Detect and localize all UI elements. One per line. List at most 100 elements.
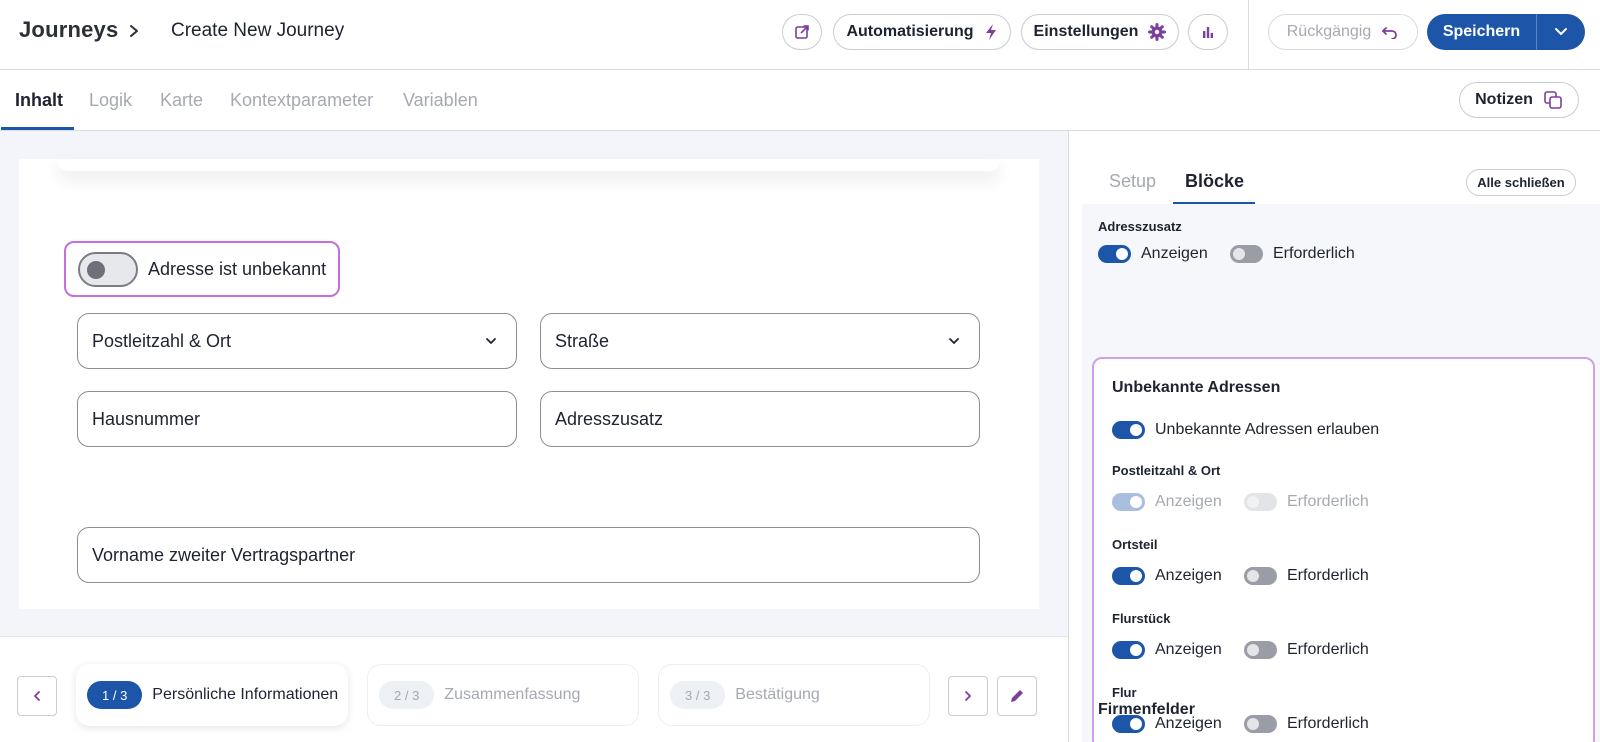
previous-step-button[interactable] xyxy=(17,676,57,716)
show-label: Anzeigen xyxy=(1155,567,1222,584)
save-options-button[interactable] xyxy=(1537,14,1585,50)
notes-icon xyxy=(1544,91,1562,109)
automation-label: Automatisierung xyxy=(846,23,974,40)
zip-city-label: Postleitzahl & Ort xyxy=(92,330,232,351)
blocks-list: Adresszusatz Anzeigen Erforderlich Unbek… xyxy=(1082,204,1600,742)
tab-variablen[interactable]: Variablen xyxy=(403,90,478,111)
step-item[interactable]: 3 / 3 Bestätigung xyxy=(658,664,930,726)
active-tab-indicator xyxy=(1,127,74,130)
street-select[interactable]: Straße xyxy=(540,313,980,369)
step-item[interactable]: 1 / 3 Persönliche Informationen xyxy=(76,664,348,726)
required-toggle-row: Erforderlich xyxy=(1244,493,1369,511)
step-label: Persönliche Informationen xyxy=(152,686,339,703)
block-title: Postleitzahl & Ort xyxy=(1112,463,1221,478)
required-label: Erforderlich xyxy=(1287,493,1369,510)
notes-label: Notizen xyxy=(1475,91,1533,108)
required-toggle[interactable] xyxy=(1230,245,1263,263)
allow-unknown-toggle[interactable] xyxy=(1112,421,1145,439)
show-toggle-row[interactable]: Anzeigen xyxy=(1112,567,1222,585)
external-link-icon xyxy=(795,25,809,39)
editor-canvas: Adresse ist unbekannt Postleitzahl & Ort… xyxy=(0,131,1068,636)
panel-tab-bloecke[interactable]: Blöcke xyxy=(1185,171,1244,192)
zip-city-select[interactable]: Postleitzahl & Ort xyxy=(77,313,517,369)
chevron-right-icon xyxy=(130,25,138,37)
app-header: Journeys Create New Journey Automatisier… xyxy=(0,0,1600,70)
address-addition-label: Adresszusatz xyxy=(555,408,664,429)
required-label: Erforderlich xyxy=(1287,567,1369,584)
required-toggle[interactable] xyxy=(1244,715,1277,733)
required-toggle-row[interactable]: Erforderlich xyxy=(1244,641,1369,659)
notes-button[interactable]: Notizen xyxy=(1459,82,1579,118)
pencil-icon xyxy=(1011,690,1023,702)
unknown-addresses-section: Unbekannte Adressen Unbekannte Adressen … xyxy=(1092,357,1595,742)
panel-tab-setup[interactable]: Setup xyxy=(1109,171,1156,192)
show-toggle[interactable] xyxy=(1098,245,1131,263)
undo-label: Rückgängig xyxy=(1286,23,1372,40)
show-toggle-row[interactable]: Anzeigen xyxy=(1098,245,1208,263)
show-toggle-row: Anzeigen xyxy=(1112,493,1222,511)
edit-steps-button[interactable] xyxy=(997,676,1037,716)
required-label: Erforderlich xyxy=(1287,715,1369,732)
show-toggle[interactable] xyxy=(1112,641,1145,659)
allow-unknown-label: Unbekannte Adressen erlauben xyxy=(1155,421,1380,438)
save-button-group: Speichern xyxy=(1427,14,1585,50)
second-partner-first-name-label: Vorname zweiter Vertragspartner xyxy=(92,544,356,565)
required-toggle-row[interactable]: Erforderlich xyxy=(1230,245,1355,263)
step-index-badge: 1 / 3 xyxy=(87,681,143,709)
allow-unknown-toggle-row[interactable]: Unbekannte Adressen erlauben xyxy=(1112,421,1379,439)
unknown-address-toggle[interactable] xyxy=(78,251,138,287)
header-divider xyxy=(1248,0,1249,70)
undo-button[interactable]: Rückgängig xyxy=(1268,14,1418,50)
house-number-label: Hausnummer xyxy=(92,408,201,429)
chevron-down-icon xyxy=(1555,28,1567,35)
bar-chart-icon xyxy=(1203,27,1213,38)
show-toggle[interactable] xyxy=(1112,567,1145,585)
show-toggle-row[interactable]: Anzeigen xyxy=(1112,641,1222,659)
second-partner-first-name-input[interactable]: Vorname zweiter Vertragspartner xyxy=(77,527,980,583)
show-toggle xyxy=(1112,493,1145,511)
analytics-button[interactable] xyxy=(1188,14,1228,50)
tab-logik[interactable]: Logik xyxy=(89,90,132,111)
breadcrumb-journeys[interactable]: Journeys xyxy=(19,17,118,43)
required-toggle[interactable] xyxy=(1244,641,1277,659)
previous-block-edge xyxy=(57,159,1001,171)
required-toggle-row[interactable]: Erforderlich xyxy=(1244,715,1369,733)
step-navigation: 1 / 3 Persönliche Informationen 2 / 3 Zu… xyxy=(0,636,1068,742)
tab-kontextparameter[interactable]: Kontextparameter xyxy=(230,90,373,111)
next-step-button[interactable] xyxy=(948,676,988,716)
tab-inhalt[interactable]: Inhalt xyxy=(15,90,63,111)
block-title: Flurstück xyxy=(1112,611,1171,626)
properties-panel: Setup Blöcke Alle schließen Adresszusatz… xyxy=(1068,131,1600,742)
undo-icon xyxy=(1382,27,1398,39)
gear-icon xyxy=(1148,23,1167,41)
lightning-icon xyxy=(985,24,996,40)
unknown-address-toggle-highlight[interactable]: Adresse ist unbekannt xyxy=(64,241,340,297)
required-label: Erforderlich xyxy=(1287,641,1369,658)
journey-title: Create New Journey xyxy=(171,20,345,41)
chevron-down-icon xyxy=(949,338,959,344)
settings-button[interactable]: Einstellungen xyxy=(1021,14,1179,50)
block-title: Adresszusatz xyxy=(1098,219,1182,234)
required-toggle xyxy=(1244,493,1277,511)
step-label: Zusammenfassung xyxy=(444,686,581,703)
save-button[interactable]: Speichern xyxy=(1427,14,1537,50)
required-toggle-row[interactable]: Erforderlich xyxy=(1244,567,1369,585)
step-item[interactable]: 2 / 3 Zusammenfassung xyxy=(367,664,639,726)
automation-button[interactable]: Automatisierung xyxy=(833,14,1011,50)
show-label: Anzeigen xyxy=(1141,245,1208,262)
address-addition-input[interactable]: Adresszusatz xyxy=(540,391,980,447)
close-all-button[interactable]: Alle schließen xyxy=(1466,169,1576,196)
required-label: Erforderlich xyxy=(1273,245,1355,262)
block-title: Ortsteil xyxy=(1112,537,1158,552)
show-label: Anzeigen xyxy=(1155,641,1222,658)
chevron-down-icon xyxy=(486,338,496,344)
form-preview-card: Adresse ist unbekannt Postleitzahl & Ort… xyxy=(19,159,1039,609)
show-label: Anzeigen xyxy=(1155,493,1222,510)
chevron-left-icon xyxy=(34,691,40,701)
block-title: Flur xyxy=(1112,685,1137,700)
company-fields-title[interactable]: Firmenfelder xyxy=(1098,701,1195,719)
required-toggle[interactable] xyxy=(1244,567,1277,585)
open-external-button[interactable] xyxy=(782,14,822,50)
house-number-input[interactable]: Hausnummer xyxy=(77,391,517,447)
tab-karte[interactable]: Karte xyxy=(160,90,203,111)
